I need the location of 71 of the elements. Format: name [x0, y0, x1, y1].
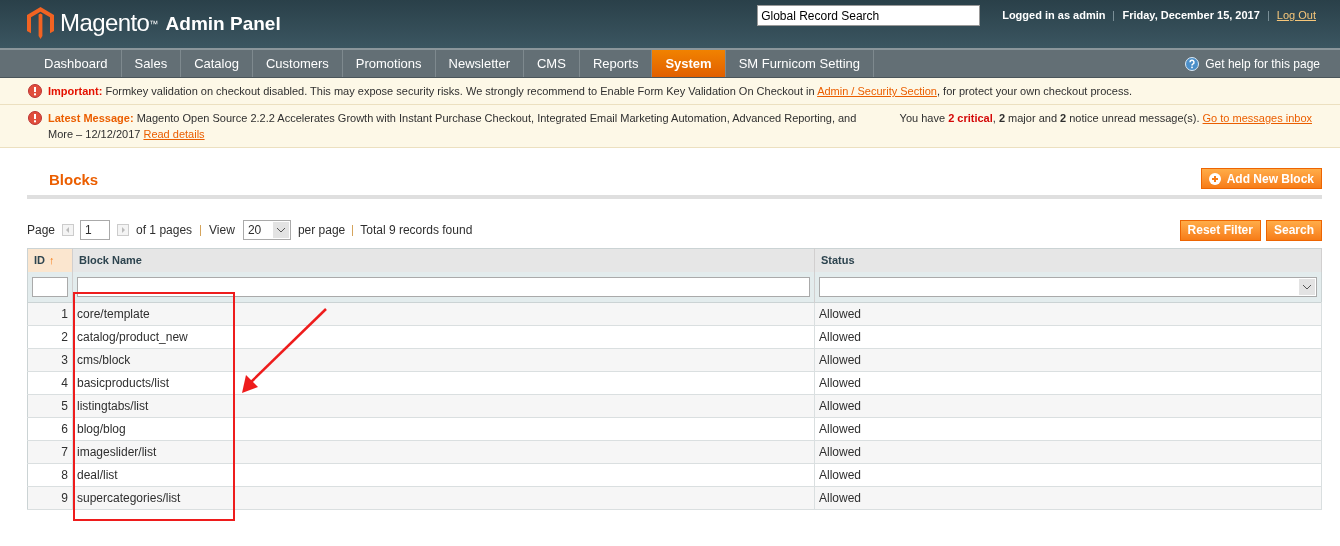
table-cell: 8	[27, 463, 73, 487]
status-filter-select[interactable]	[819, 276, 1317, 297]
table-cell: Allowed	[814, 463, 1322, 487]
table-cell: Allowed	[814, 486, 1322, 510]
inbox-link[interactable]: Go to messages inbox	[1202, 112, 1312, 124]
logged-in-text: Logged in as admin	[1002, 8, 1106, 24]
column-header[interactable]: ID ↑	[27, 248, 73, 272]
nav-tab[interactable]: SM Furnicom Setting	[725, 50, 875, 77]
chevron-down-icon	[1299, 278, 1315, 295]
per-page-label: per page	[297, 222, 346, 239]
logout-link[interactable]: Log Out	[1276, 7, 1316, 24]
table-cell: blog/blog	[72, 417, 815, 441]
nav-tab[interactable]: Sales	[121, 50, 182, 77]
date-text: Friday, December 15, 2017	[1122, 8, 1260, 24]
help-link[interactable]: Get help for this page	[1205, 54, 1320, 73]
table-cell: imageslider/list	[72, 440, 815, 464]
table-cell: 3	[27, 348, 73, 372]
view-label: View	[209, 222, 235, 239]
nav-tab[interactable]: System	[652, 50, 726, 77]
table-cell: Allowed	[814, 302, 1322, 326]
table-cell: Allowed	[814, 394, 1322, 418]
message-text: Latest Message: Magento Open Source 2.2.2 Accelerates Growth with Instant Purchase Checkout, Integrated Email Marketing Automation, Advanced Reporting, and More – 12/12/2017 Read details	[48, 111, 858, 142]
total-records-text: Total 9 records found	[360, 222, 473, 239]
table-cell: 2	[27, 325, 73, 349]
message-link[interactable]: Admin / Security Section	[817, 85, 937, 97]
nav-tab[interactable]: CMS	[524, 50, 580, 77]
table-cell: 6	[27, 417, 73, 441]
name-filter-field[interactable]	[77, 276, 810, 297]
notice-text: You have 2 critical, 2 major and 2 notice unread message(s). Go to messages inbox	[899, 111, 1312, 126]
table-cell: deal/list	[72, 463, 815, 487]
nav-tab[interactable]: Customers	[252, 50, 343, 77]
message-text: Important: Formkey validation on checkout disabled. This may expose security risks. We strongly recommend to Enable Form Key Validation On Checkout in Admin / Security Section, for protect your own checkout process.	[48, 84, 1132, 99]
table-cell: listingtabs/list	[72, 394, 815, 418]
message-link[interactable]: Read details	[143, 128, 205, 140]
global-search-field[interactable]: Global Record Search	[757, 5, 981, 26]
table-cell: Allowed	[814, 371, 1322, 395]
alert-icon	[28, 84, 42, 98]
nav-tab[interactable]: Catalog	[181, 50, 253, 77]
table-cell: 1	[27, 302, 73, 326]
table-cell: catalog/product_new	[72, 325, 815, 349]
table-cell: core/template	[72, 302, 815, 326]
panel-title: Admin Panel	[165, 12, 281, 37]
page-label: Page	[27, 222, 56, 239]
table-cell: 4	[27, 371, 73, 395]
chevron-down-icon	[272, 222, 289, 238]
table-cell: 5	[27, 394, 73, 418]
page-title: Blocks	[49, 169, 99, 190]
plus-icon	[1208, 172, 1221, 185]
help-icon	[1185, 56, 1200, 71]
column-header[interactable]: Status	[814, 248, 1322, 272]
table-cell: Allowed	[814, 325, 1322, 349]
page-count-text: of 1 pages	[136, 222, 193, 239]
table-cell: supercategories/list	[72, 486, 815, 510]
nav-tab[interactable]: Newsletter	[435, 50, 524, 77]
next-page-icon[interactable]	[117, 224, 130, 236]
nav-tab[interactable]: Dashboard	[31, 50, 122, 77]
column-header[interactable]: Block Name	[72, 248, 815, 272]
alert-icon	[28, 111, 42, 125]
table-cell: Allowed	[814, 348, 1322, 372]
per-page-select[interactable]: 20	[242, 220, 291, 240]
table-cell: 9	[27, 486, 73, 510]
page-field[interactable]: 1	[80, 220, 111, 240]
table-cell: 7	[27, 440, 73, 464]
table-cell: Allowed	[814, 417, 1322, 441]
id-filter-field[interactable]	[32, 276, 68, 297]
previous-page-icon[interactable]	[62, 224, 75, 236]
logo-text: Magento$^{™}$	[60, 8, 158, 38]
table-cell: cms/block	[72, 348, 815, 372]
nav-tab[interactable]: Promotions	[342, 50, 436, 77]
logo-icon	[27, 7, 54, 39]
table-cell: Allowed	[814, 440, 1322, 464]
